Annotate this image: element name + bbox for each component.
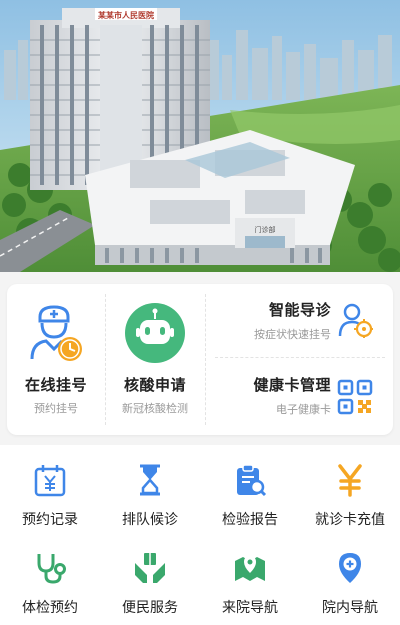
grid-label: 就诊卡充值 bbox=[315, 512, 385, 528]
robot-icon bbox=[124, 302, 186, 364]
grid-item-physical-exam[interactable]: 体检预约 bbox=[0, 533, 100, 623]
building-sign: 某某市人民医院 bbox=[97, 10, 154, 20]
grid-item-convenience-services[interactable]: 便民服务 bbox=[100, 533, 200, 623]
online-register-title: 在线挂号 bbox=[24, 376, 87, 394]
grid-item-indoor-navigation[interactable]: 院内导航 bbox=[300, 533, 400, 623]
health-card-title: 健康卡管理 bbox=[253, 376, 331, 394]
nucleic-test-title: 核酸申请 bbox=[123, 376, 186, 394]
nucleic-test-subtitle: 新冠核酸检测 bbox=[122, 402, 188, 415]
clipboard-search-icon bbox=[233, 463, 267, 497]
gate-sign: 门诊部 bbox=[255, 225, 276, 234]
grid-item-queue-waiting[interactable]: 排队候诊 bbox=[100, 445, 200, 535]
smart-guide-subtitle: 按症状快速挂号 bbox=[254, 328, 331, 341]
grid-label: 预约记录 bbox=[22, 512, 78, 528]
online-register-subtitle: 预约挂号 bbox=[34, 402, 78, 415]
nucleic-test-button[interactable]: 核酸申请 新冠核酸检测 bbox=[105, 284, 205, 435]
qr-code-icon bbox=[337, 379, 373, 415]
stethoscope-icon bbox=[33, 551, 67, 585]
grid-label: 体检预约 bbox=[22, 600, 78, 616]
grid-label: 来院导航 bbox=[222, 600, 278, 616]
doctor-clock-icon bbox=[25, 302, 87, 364]
grid-label: 检验报告 bbox=[222, 512, 278, 528]
calendar-yuan-icon bbox=[33, 463, 67, 497]
smart-guide-button[interactable]: 智能导诊 按症状快速挂号 bbox=[205, 284, 393, 360]
hourglass-icon bbox=[133, 463, 167, 497]
location-plus-icon bbox=[333, 551, 367, 585]
main-services-card: 在线挂号 预约挂号 核酸申请 新冠核酸检测 智能导诊 按症状快速挂号 健康卡管理… bbox=[7, 284, 393, 435]
yuan-icon bbox=[333, 463, 367, 497]
grid-label: 院内导航 bbox=[322, 600, 378, 616]
grid-item-lab-report[interactable]: 检验报告 bbox=[200, 445, 300, 535]
health-card-subtitle: 电子健康卡 bbox=[276, 403, 331, 416]
person-target-icon bbox=[337, 302, 373, 338]
smart-guide-title: 智能导诊 bbox=[268, 301, 331, 319]
grid-label: 便民服务 bbox=[122, 600, 178, 616]
service-grid: 预约记录 排队候诊 检验报告 就诊卡充值 体检预约 便民服务 来院导航 院内导航 bbox=[0, 445, 400, 625]
grid-label: 排队候诊 bbox=[122, 512, 178, 528]
grid-item-card-recharge[interactable]: 就诊卡充值 bbox=[300, 445, 400, 535]
hands-gift-icon bbox=[133, 551, 167, 585]
hospital-banner-image: 某某市人民医院 门诊部 bbox=[0, 0, 400, 272]
grid-item-appointment-records[interactable]: 预约记录 bbox=[0, 445, 100, 535]
map-pin-icon bbox=[233, 551, 267, 585]
grid-item-hospital-navigation[interactable]: 来院导航 bbox=[200, 533, 300, 623]
health-card-button[interactable]: 健康卡管理 电子健康卡 bbox=[205, 359, 393, 435]
hospital-home-page: 某某市人民医院 门诊部 在线挂号 预约挂号 核酸申请 新冠核酸检测 智能导诊 按… bbox=[0, 0, 400, 625]
online-register-button[interactable]: 在线挂号 预约挂号 bbox=[7, 284, 105, 435]
